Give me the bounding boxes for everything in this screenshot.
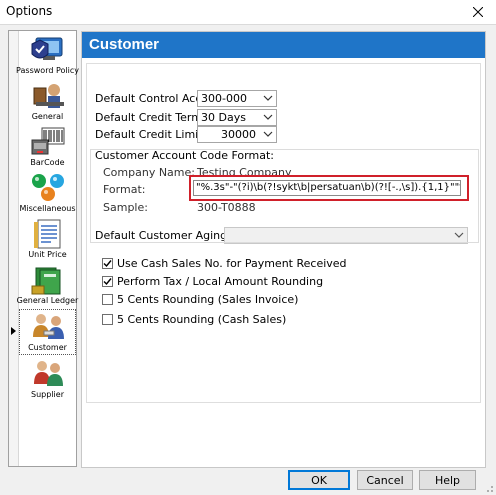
rounding-cash-sales-checkbox-row[interactable]: 5 Cents Rounding (Cash Sales): [102, 312, 286, 326]
tax-rounding-label: Perform Tax / Local Amount Rounding: [117, 274, 324, 288]
section-header: Customer: [82, 32, 485, 58]
sidebar-item-unit-price[interactable]: Unit Price: [19, 217, 76, 263]
general-icon: [33, 84, 64, 108]
supplier-icon: [33, 361, 63, 386]
section-title: Customer: [89, 36, 160, 53]
sidebar-item-label: General Ledger: [16, 296, 79, 305]
format-input[interactable]: "%.3s"-"(?i)\b(?!sykt\b|persatuan\b)(?![…: [193, 180, 461, 196]
sidebar-item-label: General: [31, 112, 64, 121]
tax-rounding-checkbox[interactable]: [102, 275, 113, 287]
general-ledger-icon: [31, 267, 60, 295]
control-account-value: 300-000: [201, 92, 247, 105]
selected-item-arrow: [11, 327, 16, 335]
sidebar-item-label: Supplier: [31, 390, 64, 399]
sidebar-item-miscellaneous[interactable]: Miscellaneous: [19, 171, 76, 217]
rounding-cash-sales-label: 5 Cents Rounding (Cash Sales): [117, 312, 287, 326]
credit-limit-value: 30000: [221, 128, 256, 141]
ok-button[interactable]: OK: [288, 470, 350, 490]
chevron-down-icon: [263, 95, 273, 101]
sidebar-item-label: Miscellaneous: [19, 204, 76, 213]
sidebar-item-barcode[interactable]: BarCode: [19, 125, 76, 171]
credit-terms-combo[interactable]: 30 Days: [197, 109, 277, 126]
sidebar-item-customer[interactable]: Customer: [19, 309, 76, 355]
title-bar: Options: [0, 0, 496, 24]
use-cash-sales-checkbox[interactable]: [102, 257, 113, 269]
control-account-combo[interactable]: 300-000: [197, 90, 277, 107]
customer-options-pane: Customer Default Control Account: 300-00…: [81, 31, 486, 468]
sidebar-item-label: BarCode: [30, 158, 65, 167]
cancel-button[interactable]: Cancel: [357, 470, 413, 490]
chevron-down-icon: [263, 114, 273, 120]
dialog-client: Password Policy General BarCode Miscella…: [0, 24, 496, 495]
use-cash-sales-label: Use Cash Sales No. for Payment Received: [117, 256, 347, 270]
unit-price-icon: [33, 219, 60, 249]
credit-limit-label: Default Credit Limit:: [95, 128, 207, 141]
rounding-cash-sales-checkbox[interactable]: [102, 313, 113, 325]
sidebar-item-label: Customer: [28, 343, 67, 352]
sidebar-indicator-strip: [9, 31, 19, 466]
chevron-down-icon: [263, 131, 273, 137]
sidebar-item-supplier[interactable]: Supplier: [19, 357, 76, 403]
checkmark-icon: [103, 277, 112, 285]
credit-terms-label: Default Credit Terms:: [95, 111, 212, 124]
password-policy-icon: [31, 37, 62, 60]
sidebar-item-password-policy[interactable]: Password Policy: [16, 33, 79, 79]
close-icon: [473, 7, 483, 17]
barcode-icon: [31, 127, 64, 155]
rounding-sales-invoice-checkbox[interactable]: [102, 293, 113, 305]
rounding-sales-invoice-checkbox-row[interactable]: 5 Cents Rounding (Sales Invoice): [102, 292, 298, 306]
format-highlight-box: "%.3s"-"(?i)\b(?!sykt\b|persatuan\b)(?![…: [189, 175, 469, 201]
resize-grip-icon[interactable]: [484, 483, 494, 493]
window-title: Options: [6, 4, 53, 18]
checkmark-icon: [103, 259, 112, 267]
sidebar-item-general[interactable]: General: [19, 79, 76, 125]
miscellaneous-icon: [31, 174, 64, 201]
rounding-sales-invoice-label: 5 Cents Rounding (Sales Invoice): [117, 292, 299, 306]
sidebar-item-label: Unit Price: [28, 250, 67, 259]
sidebar-item-label: Password Policy: [16, 66, 79, 75]
credit-terms-value: 30 Days: [201, 111, 246, 124]
tax-rounding-checkbox-row[interactable]: Perform Tax / Local Amount Rounding: [102, 274, 323, 288]
use-cash-sales-checkbox-row[interactable]: Use Cash Sales No. for Payment Received: [102, 256, 347, 270]
sidebar-item-general-ledger[interactable]: General Ledger: [16, 263, 79, 309]
credit-limit-combo[interactable]: 30000: [197, 126, 277, 143]
options-sidebar: Password Policy General BarCode Miscella…: [8, 30, 79, 467]
customer-icon: [32, 314, 64, 339]
help-button[interactable]: Help: [419, 470, 476, 490]
close-button[interactable]: [460, 0, 496, 24]
